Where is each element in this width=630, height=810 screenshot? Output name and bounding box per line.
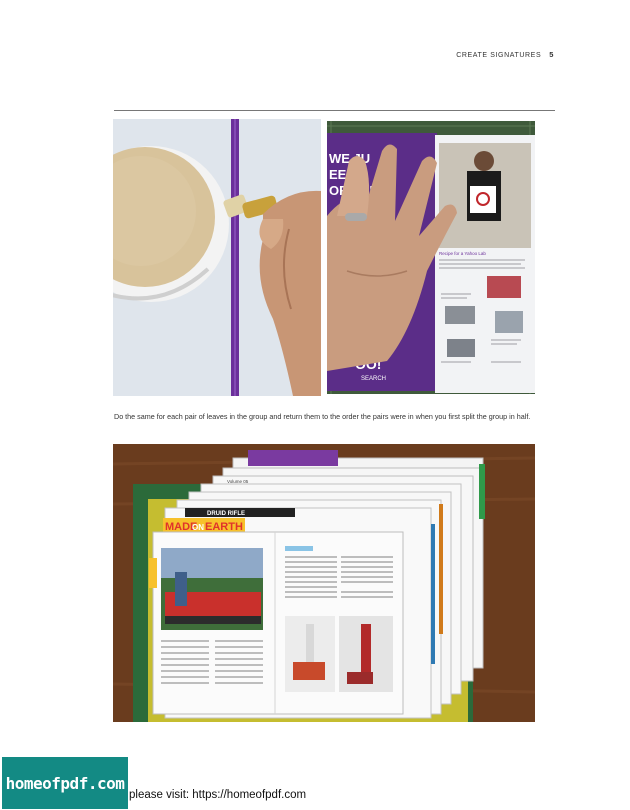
homeofpdf-logo: homeofpdf.com xyxy=(2,757,128,809)
section-title: CREATE SIGNATURES xyxy=(456,52,542,59)
running-head: CREATE SIGNATURES 5 xyxy=(456,50,554,59)
on-text: ON xyxy=(192,523,204,532)
photo-fanned-signatures: Volume 05 DRUID RIFLE MADE ON EARTH xyxy=(113,444,535,722)
page-volume-label: Volume 05 xyxy=(227,479,249,484)
header-rule xyxy=(114,110,555,111)
footer-visit-text: please visit: https://homeofpdf.com xyxy=(129,789,307,801)
brochure-bottom-2: SEARCH xyxy=(361,376,386,382)
panel-heading: Recipe for a Yahoo Lab xyxy=(439,251,486,256)
glue-brush-illustration xyxy=(113,119,321,396)
photo-hand-press: WE JU EED A ORE SP OO! SEARCH Recipe for… xyxy=(327,121,535,394)
page-number: 5 xyxy=(549,50,554,59)
fanned-pages-illustration: Volume 05 DRUID RIFLE MADE ON EARTH xyxy=(113,444,535,722)
photo-glue-brush xyxy=(113,119,321,396)
hand-press-illustration: WE JU EED A ORE SP OO! SEARCH Recipe for… xyxy=(327,121,535,394)
earth-text: EARTH xyxy=(205,521,243,533)
caption-text: Do the same for each pair of leaves in t… xyxy=(114,412,531,421)
page-banner: DRUID RIFLE xyxy=(207,511,245,517)
